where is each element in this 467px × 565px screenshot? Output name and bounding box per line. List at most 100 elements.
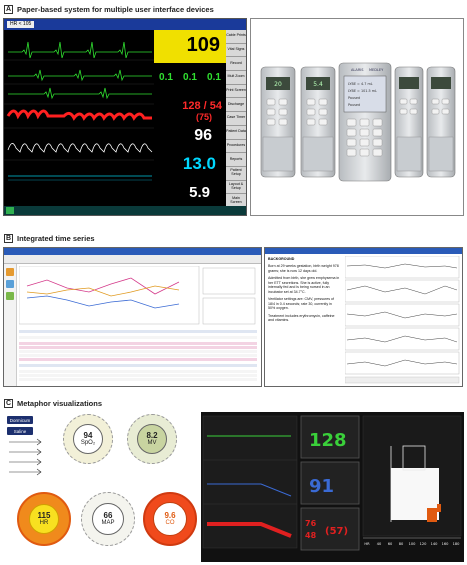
- rr-box: 13.0: [154, 152, 226, 180]
- axis-tick: 120: [420, 542, 428, 546]
- dial-label: MAP: [101, 519, 115, 526]
- trend-strips: [345, 256, 460, 384]
- waveform-area: [4, 41, 154, 181]
- monitor-button[interactable]: Print Screen: [226, 85, 246, 99]
- monitor-button[interactable]: Cable Prints: [226, 30, 246, 44]
- dial-label: MV: [147, 439, 157, 446]
- pump-line: LYBE = 101.5 mL: [348, 89, 377, 93]
- svg-text:20: 20: [274, 81, 282, 88]
- axis-tick: 140: [431, 542, 439, 546]
- table-row[interactable]: [19, 346, 257, 349]
- dial-value: 9.6: [164, 510, 176, 520]
- section-b-header: B Integrated time series: [4, 232, 95, 244]
- monitor-button[interactable]: Discharge: [226, 98, 246, 113]
- svg-text:5.4: 5.4: [313, 81, 323, 88]
- table-row[interactable]: [19, 358, 257, 361]
- section-title: Metaphor visualizations: [17, 398, 103, 408]
- pump-line: Paused: [348, 96, 360, 100]
- patient-monitor-screen: HR < 105 109 0.1 0.1 0.1 128 / 54 (75) 9…: [3, 18, 247, 216]
- table-row[interactable]: [19, 370, 257, 373]
- temp-box: 5.9: [154, 182, 226, 208]
- drug-tag[interactable]: Dormicum: [7, 416, 33, 424]
- section-letter: B: [4, 233, 13, 243]
- section-title: Integrated time series: [17, 233, 95, 243]
- monitor-button[interactable]: Record: [226, 57, 246, 72]
- pleth-wave: [7, 143, 153, 153]
- table-header: [19, 364, 257, 367]
- table-row[interactable]: [19, 374, 257, 377]
- dial-core: 115 HR: [29, 504, 59, 534]
- spo2-value: 96: [194, 127, 212, 144]
- arterial-wave: [6, 109, 152, 121]
- home-icon[interactable]: [6, 207, 14, 214]
- dial-value: 66: [103, 510, 113, 520]
- time-series-software-window: [3, 247, 262, 387]
- section-a-header: A Paper-based system for multiple user i…: [4, 3, 214, 15]
- section-letter: C: [4, 398, 13, 408]
- monitor-button[interactable]: Patient Data: [226, 126, 246, 140]
- monitor-button[interactable]: Procedures: [226, 140, 246, 154]
- background-paragraph: Admitted from birth, she grew emphysema …: [268, 276, 340, 294]
- hr-value: 109: [186, 34, 220, 56]
- spo2-box: 96: [154, 126, 226, 150]
- monitor-button[interactable]: Reports: [226, 153, 246, 167]
- hr-value: 128: [309, 430, 347, 451]
- window-toolbar: [4, 255, 261, 264]
- st-row: 0.1 0.1 0.1: [154, 64, 226, 96]
- table-row[interactable]: [19, 342, 257, 345]
- monitor-button-column: Cable Prints Vital Signs Record Mult Zoo…: [226, 30, 246, 208]
- ecg-wave-2: [8, 69, 152, 82]
- dial-core: 9.6 CO: [153, 502, 187, 536]
- table-row[interactable]: [19, 378, 257, 381]
- axis-tick: HR: [364, 542, 370, 546]
- hr-dial: 115 HR: [17, 492, 71, 546]
- monitor-button[interactable]: Vital Signs: [226, 44, 246, 58]
- metaphor-monitor-drawing: 128 91 76 48 (57) HR 40 60 80 100 120 14…: [201, 412, 464, 562]
- hr-alarm-field[interactable]: HR < 105: [7, 21, 35, 28]
- spo2-value: 91: [309, 476, 334, 497]
- monitor-bottom-bar: [4, 206, 246, 215]
- st-value: 0.1: [207, 72, 221, 83]
- pumps-drawing: 20 5.4 LYBE = 4.7 mL LYBE = 101.5 mL Pau…: [260, 62, 456, 182]
- drug-tag[interactable]: Saline: [7, 427, 33, 435]
- dial-label: CO: [165, 519, 175, 526]
- section-letter: A: [4, 4, 13, 14]
- monitor-button[interactable]: Case Timer: [226, 112, 246, 126]
- sidebar-app-icon[interactable]: [6, 292, 14, 300]
- pump-line: LYBE = 4.7 mL: [348, 82, 373, 86]
- mv-dial: 8.2 MV: [127, 414, 177, 464]
- monitor-button[interactable]: Patient Setup: [226, 167, 246, 181]
- table-row[interactable]: [19, 354, 257, 357]
- dial-label: SpO₂: [80, 439, 96, 446]
- dial-core: 94 SpO₂: [73, 424, 103, 454]
- monitor-top-bar: HR < 105: [4, 19, 246, 30]
- dial-core: 66 MAP: [92, 503, 124, 535]
- pump-line: Paused: [348, 103, 360, 107]
- monitor-button[interactable]: Mult Zoom: [226, 71, 246, 85]
- time-series-chart: [19, 266, 256, 325]
- background-paragraph: Born at 29 weeks gestation, birth weight…: [268, 264, 339, 273]
- numeric-area: 109 0.1 0.1 0.1 128 / 54 (75) 96 13.0 5.…: [154, 30, 226, 208]
- st-value: 0.1: [183, 72, 197, 83]
- table-header: [19, 330, 257, 333]
- sidebar-app-icon[interactable]: [6, 280, 14, 288]
- section-c-header: C Metaphor visualizations: [4, 397, 102, 409]
- sidebar-app-icon[interactable]: [6, 268, 14, 276]
- infusion-arrows-icon: [9, 438, 42, 476]
- bp-value: 128 / 54: [182, 100, 222, 112]
- patient-background-text: BACKGROUND Born at 29 weeks gestation, b…: [268, 257, 340, 326]
- window-sidebar: [4, 264, 17, 386]
- axis-tick: 160: [442, 542, 450, 546]
- bp-diastolic: 48: [305, 531, 317, 540]
- table-row[interactable]: [19, 350, 257, 353]
- dial-value: 115: [37, 510, 51, 520]
- window-title-bar: [265, 248, 462, 254]
- dial-core: 8.2 MV: [137, 424, 167, 454]
- hr-box: 109: [154, 30, 226, 63]
- metaphor-visualization: Dormicum Saline 94 SpO₂ 8.2 MV 115 HR 66: [3, 412, 199, 562]
- axis-tick: 80: [399, 542, 404, 546]
- infusion-pumps-image: 20 5.4 LYBE = 4.7 mL LYBE = 101.5 mL Pau…: [250, 18, 464, 216]
- table-row[interactable]: [19, 336, 257, 339]
- monitor-button[interactable]: Layout & Setup: [226, 181, 246, 195]
- axis-tick: 180: [453, 542, 461, 546]
